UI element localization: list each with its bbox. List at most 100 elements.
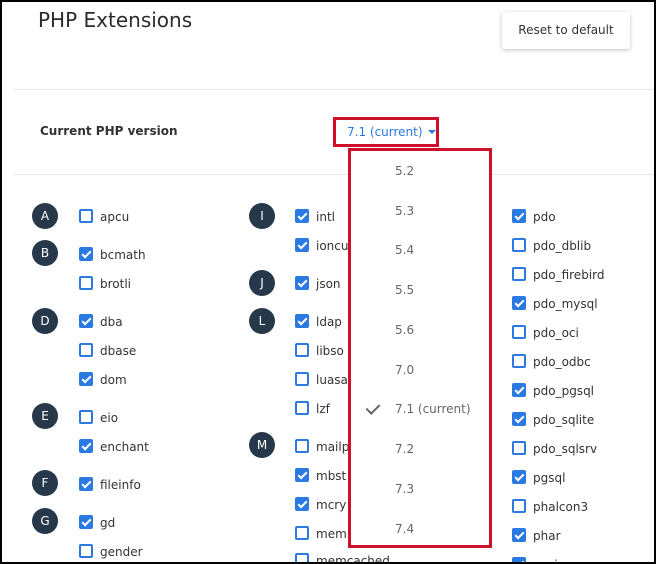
php-version-select[interactable]: 7.1 (current) — [333, 117, 439, 147]
version-option[interactable]: 7.2 — [351, 429, 489, 469]
version-option[interactable]: 5.3 — [351, 191, 489, 231]
extension-label: phalcon3 — [533, 500, 589, 514]
checkbox[interactable] — [79, 314, 93, 328]
extension-label: pdo_odbc — [533, 355, 591, 369]
extension-label: brotli — [100, 277, 132, 291]
extension-label: pgsql — [533, 471, 566, 485]
checkbox[interactable] — [512, 296, 526, 310]
checkbox[interactable] — [512, 499, 526, 513]
extension-label: dba — [100, 315, 123, 329]
version-option-label: 5.2 — [395, 164, 415, 178]
letter-l-marker: L — [249, 308, 275, 334]
checkbox[interactable] — [295, 276, 309, 290]
checkbox[interactable] — [512, 325, 526, 339]
checkbox[interactable] — [512, 470, 526, 484]
extension-label: pdo_pgsql — [533, 384, 595, 398]
version-option[interactable]: 5.6 — [351, 310, 489, 350]
extension-label: gd — [100, 516, 116, 530]
version-option-label: 5.4 — [395, 243, 415, 257]
version-option[interactable]: 7.0 — [351, 350, 489, 390]
checkbox[interactable] — [512, 209, 526, 223]
current-php-version-label: Current PHP version — [40, 124, 178, 138]
version-option-label: 5.3 — [395, 204, 415, 218]
checkbox[interactable] — [295, 553, 309, 562]
version-option[interactable]: 5.5 — [351, 270, 489, 310]
checkbox[interactable] — [79, 247, 93, 261]
extension-label: fileinfo — [100, 478, 141, 492]
checkbox[interactable] — [79, 515, 93, 529]
checkbox[interactable] — [512, 267, 526, 281]
extension-label: luasa — [316, 373, 348, 387]
php-version-dropdown: 5.2 5.3 5.4 5.5 5.6 7.0 7.1 (current) 7.… — [348, 148, 492, 548]
version-option[interactable]: 5.4 — [351, 230, 489, 270]
extension-label: dbase — [100, 344, 137, 358]
version-option-label: 7.2 — [395, 442, 415, 456]
extension-label: ldap — [316, 315, 342, 329]
checkbox[interactable] — [295, 238, 309, 252]
checkbox[interactable] — [79, 209, 93, 223]
checkbox[interactable] — [295, 401, 309, 415]
php-version-selected-value: 7.1 (current) — [347, 125, 423, 139]
extension-label: pdo_mysql — [533, 297, 598, 311]
checkbox[interactable] — [79, 343, 93, 357]
checkbox[interactable] — [79, 544, 93, 558]
reset-to-default-button[interactable]: Reset to default — [502, 12, 630, 49]
checkbox[interactable] — [512, 238, 526, 252]
letter-m-marker: M — [249, 432, 275, 458]
extension-label: posix — [533, 556, 565, 562]
checkbox[interactable] — [79, 410, 93, 424]
checkbox[interactable] — [512, 412, 526, 426]
checkbox[interactable] — [295, 343, 309, 357]
extension-label: pdo_oci — [533, 326, 579, 340]
extension-label: lzf — [316, 402, 330, 416]
checkbox[interactable] — [295, 314, 309, 328]
version-option-label: 7.0 — [395, 363, 415, 377]
letter-d-marker: D — [32, 308, 58, 334]
version-option[interactable]: 7.1 (current) — [351, 389, 489, 429]
page-title: PHP Extensions — [38, 8, 193, 32]
version-option-label: 7.1 (current) — [395, 402, 471, 416]
checkbox[interactable] — [512, 383, 526, 397]
extension-label: gender — [100, 545, 143, 559]
extension-label: bcmath — [100, 248, 146, 262]
letter-j-marker: J — [249, 270, 275, 296]
checkbox[interactable] — [512, 557, 526, 562]
version-option-label: 7.3 — [395, 482, 415, 496]
extension-label: pdo_sqlite — [533, 413, 595, 427]
extension-label: pdo_sqlsrv — [533, 442, 598, 456]
extension-label: mcry — [316, 498, 347, 512]
extension-label: memcached — [316, 554, 390, 564]
checkbox[interactable] — [295, 526, 309, 540]
checkbox[interactable] — [79, 372, 93, 386]
checkbox[interactable] — [512, 441, 526, 455]
extension-label: libso — [316, 344, 344, 358]
letter-e-marker: E — [32, 403, 58, 429]
version-option[interactable]: 7.3 — [351, 469, 489, 509]
extension-label: ioncu — [316, 239, 349, 253]
divider — [14, 174, 654, 175]
checkbox[interactable] — [295, 372, 309, 386]
version-option[interactable]: 7.4 — [351, 509, 489, 549]
version-option-label: 5.5 — [395, 283, 415, 297]
letter-b-marker: B — [32, 240, 58, 266]
checkbox[interactable] — [79, 477, 93, 491]
extension-label: enchant — [100, 440, 149, 454]
checkbox[interactable] — [512, 528, 526, 542]
checkbox[interactable] — [295, 439, 309, 453]
letter-f-marker: F — [32, 470, 58, 496]
checkbox[interactable] — [295, 209, 309, 223]
checkbox[interactable] — [295, 468, 309, 482]
checkbox[interactable] — [79, 439, 93, 453]
extension-label: intl — [316, 210, 335, 224]
checkbox[interactable] — [512, 354, 526, 368]
extension-label: pdo_dblib — [533, 239, 592, 253]
letter-a-marker: A — [32, 203, 58, 229]
checkbox[interactable] — [295, 497, 309, 511]
version-option-label: 7.4 — [395, 522, 415, 536]
checkmark-icon — [365, 400, 381, 415]
version-option[interactable]: 5.2 — [351, 151, 489, 191]
extension-label: mbst — [316, 469, 347, 483]
php-extensions-panel: PHP Extensions Reset to default Current … — [0, 0, 656, 564]
letter-g-marker: G — [32, 508, 58, 534]
checkbox[interactable] — [79, 276, 93, 290]
